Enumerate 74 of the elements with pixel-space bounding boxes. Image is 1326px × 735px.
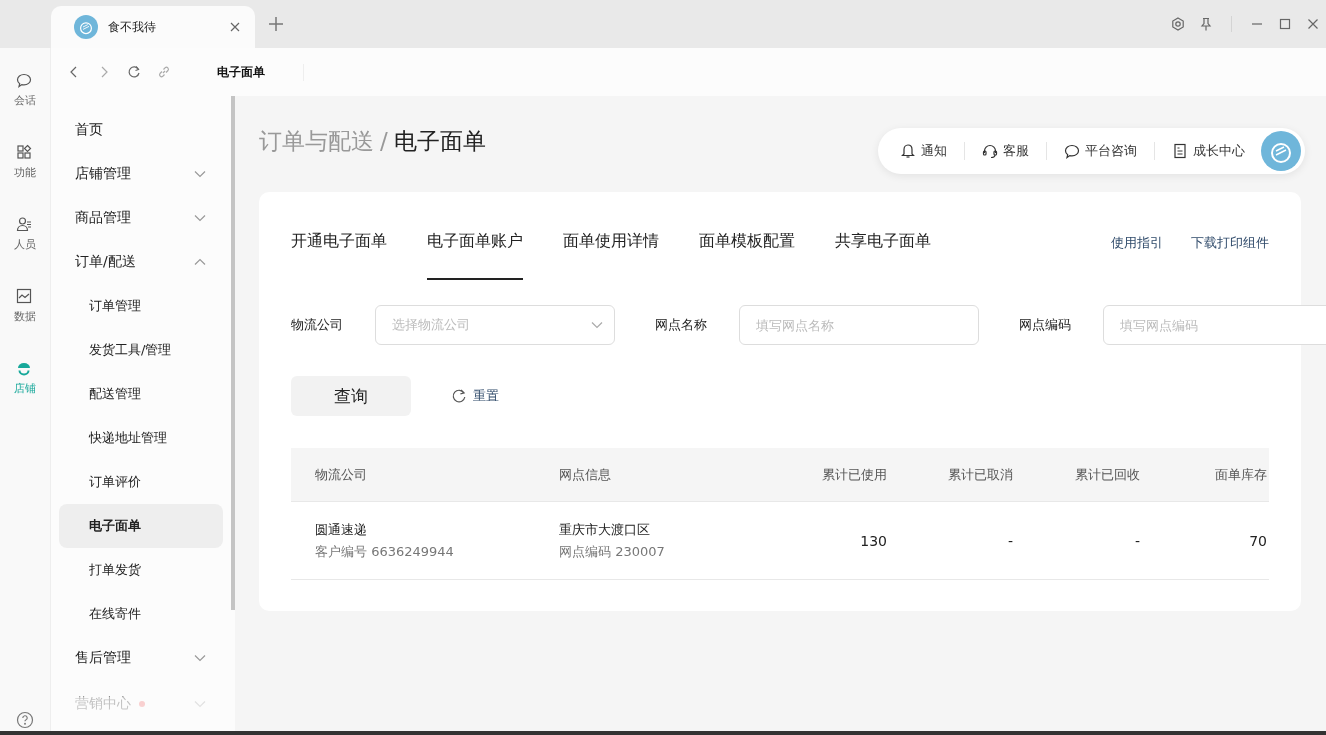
rail-item[interactable]: 人员 (14, 216, 36, 252)
page-tab[interactable]: 电子面单 (217, 63, 304, 81)
tab[interactable]: 面单使用详情 (563, 192, 659, 280)
menu-item[interactable]: 订单管理 (59, 284, 223, 328)
tab[interactable]: 面单模板配置 (699, 192, 795, 280)
refresh-icon[interactable] (127, 65, 141, 79)
add-tab-icon[interactable] (267, 15, 285, 33)
toolbar-button[interactable]: 客服 (980, 142, 1031, 160)
help-icon[interactable] (16, 711, 34, 729)
rail-item[interactable]: 会话 (14, 72, 36, 108)
menu-item[interactable]: 在线寄件 (59, 592, 223, 636)
breadcrumb-separator: / (380, 128, 388, 154)
column-header: 累计已取消 (947, 465, 1013, 484)
field-label: 网点名称 (655, 316, 708, 334)
table-cell-text: 重庆市大渡口区 (559, 520, 651, 539)
menu-item[interactable]: 电子面单 (59, 504, 223, 548)
menu-item[interactable]: 售后管理 (59, 636, 223, 680)
menu-item[interactable]: 发货工具/管理 (59, 328, 223, 372)
column-header: 网点信息 (559, 465, 612, 484)
menu-item[interactable]: 配送管理 (59, 372, 223, 416)
menu-item[interactable]: 店铺管理 (59, 152, 223, 196)
menu-item[interactable]: 打单发货 (59, 548, 223, 592)
field-label: 网点编码 (1019, 316, 1072, 334)
field-label: 物流公司 (291, 316, 344, 334)
table-cell: - (1134, 533, 1140, 549)
table-cell: 70 (1249, 533, 1267, 549)
pin-icon[interactable] (1199, 17, 1213, 31)
table-cell-text: 圆通速递 (315, 520, 368, 539)
table-cell: 130 (860, 533, 887, 549)
reset-button[interactable]: 重置 (451, 387, 499, 405)
table-cell: - (1007, 533, 1013, 549)
bell-icon (900, 143, 916, 159)
close-icon[interactable] (229, 21, 241, 33)
toolbar-button[interactable]: 平台咨询 (1062, 142, 1139, 160)
toolbar-button[interactable]: 通知 (898, 142, 949, 160)
maximize-icon[interactable] (1278, 17, 1292, 31)
chat-bubble-icon (1064, 143, 1080, 159)
line-chart-icon (16, 288, 34, 306)
column-header: 面单库存 (1214, 465, 1267, 484)
table-cell-text: 客户编号 6636249944 (315, 542, 455, 561)
rail-item[interactable]: 功能 (14, 144, 36, 180)
menu-item[interactable]: 首页 (59, 108, 223, 152)
input-field[interactable]: 填写网点编码 (1103, 305, 1326, 345)
tab[interactable]: 电子面单账户 (427, 192, 523, 280)
headset-icon (982, 143, 998, 159)
breadcrumb: 电子面单 (393, 126, 486, 156)
column-header: 物流公司 (315, 465, 368, 484)
rail-item[interactable]: 数据 (14, 288, 36, 324)
person-icon (16, 216, 34, 234)
tab[interactable]: 共享电子面单 (835, 192, 931, 280)
query-button[interactable]: 查询 (291, 376, 411, 416)
menu-item[interactable]: 商品管理 (59, 196, 223, 240)
link[interactable]: 下载打印组件 (1191, 233, 1269, 252)
document-icon (1172, 143, 1188, 159)
chat-bubble-icon (16, 72, 34, 90)
scrollbar[interactable] (231, 96, 235, 610)
tab[interactable]: 开通电子面单 (291, 192, 387, 280)
tab-title: 食不我待 (108, 18, 157, 36)
column-header: 累计已回收 (1074, 465, 1140, 484)
settings-icon[interactable] (1171, 17, 1185, 31)
close-icon[interactable] (1306, 17, 1320, 31)
input-field[interactable]: 填写网点名称 (739, 305, 979, 345)
menu-item[interactable]: 订单评价 (59, 460, 223, 504)
toolbar-button[interactable]: 成长中心 (1170, 142, 1247, 160)
menu-item[interactable]: 快递地址管理 (59, 416, 223, 460)
browser-tab[interactable]: 食不我待 (51, 6, 255, 48)
menu-item[interactable]: 订单/配送 (59, 240, 223, 284)
table-cell-text: 网点编码 230007 (559, 542, 666, 561)
column-header: 累计已使用 (821, 465, 887, 484)
refresh-icon (451, 388, 467, 404)
logo-icon (74, 15, 98, 39)
avatar-icon (1261, 131, 1301, 171)
link[interactable]: 使用指引 (1111, 233, 1163, 252)
apps-grid-icon (16, 144, 34, 162)
